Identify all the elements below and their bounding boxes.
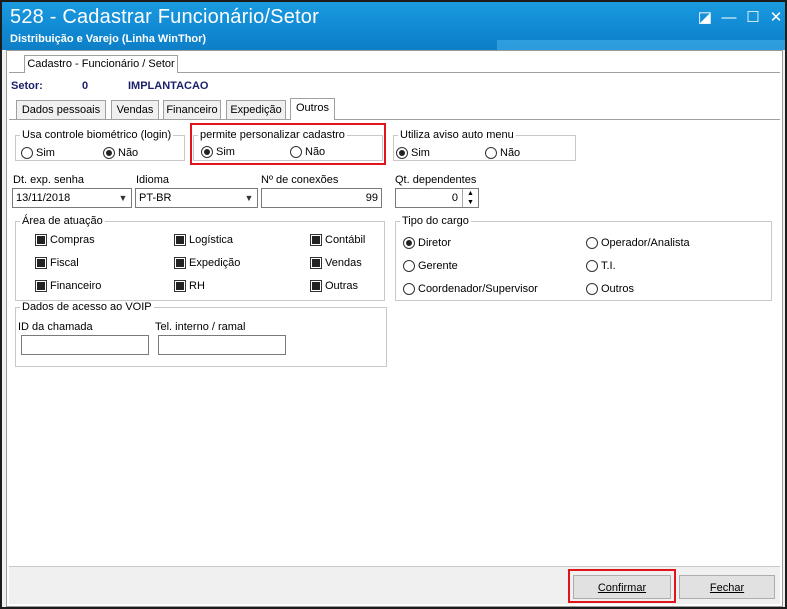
cargo-outros-label: Outros xyxy=(601,283,635,295)
checkbox-compras[interactable] xyxy=(35,234,47,246)
minimize-icon[interactable]: — xyxy=(718,8,740,28)
area-expedicao-label: Expedição xyxy=(189,257,241,269)
restore-icon[interactable]: ◪ xyxy=(694,8,716,28)
biometrico-label: Usa controle biométrico (login) xyxy=(20,129,174,141)
area-atuacao-label: Área de atuação xyxy=(20,215,105,227)
aviso-menu-label: Utiliza aviso auto menu xyxy=(398,129,516,141)
highlight-personalizar xyxy=(190,123,386,165)
area-rh-label: RH xyxy=(189,280,205,292)
checkbox-financeiro[interactable] xyxy=(35,280,47,292)
idioma-value: PT-BR xyxy=(139,192,172,204)
tab-financeiro[interactable]: Financeiro xyxy=(163,100,221,120)
cargo-diretor-radio[interactable] xyxy=(403,237,415,249)
client-area: Cadastro - Funcionário / Setor Setor: 0 … xyxy=(6,50,783,607)
close-icon[interactable]: ✕ xyxy=(765,8,787,28)
dependentes-stepper[interactable]: 0 ▲ ▼ xyxy=(395,188,479,208)
conexoes-field[interactable]: 99 xyxy=(261,188,382,208)
chevron-down-icon[interactable]: ▼ xyxy=(241,189,257,207)
dependentes-label: Qt. dependentes xyxy=(395,174,477,186)
area-compras-label: Compras xyxy=(50,234,95,246)
biometrico-nao-label: Não xyxy=(118,147,139,159)
idioma-label: Idioma xyxy=(136,174,170,186)
conexoes-label: Nº de conexões xyxy=(261,174,339,186)
tipo-cargo-label: Tipo do cargo xyxy=(400,215,471,227)
area-outras-label: Outras xyxy=(325,280,359,292)
checkbox-rh[interactable] xyxy=(174,280,186,292)
aviso-sim-label: Sim xyxy=(411,147,430,159)
window-subtitle: Distribuição e Varejo (Linha WinThor) xyxy=(10,33,207,45)
dependentes-value: 0 xyxy=(451,192,458,204)
voip-id-label: ID da chamada xyxy=(18,321,93,333)
area-vendas-label: Vendas xyxy=(325,257,362,269)
biometrico-sim-label: Sim xyxy=(36,147,55,159)
area-contabil-label: Contábil xyxy=(325,234,366,246)
title-bar[interactable]: 528 - Cadastrar Funcionário/Setor Distri… xyxy=(2,2,785,50)
area-logistica-label: Logística xyxy=(189,234,234,246)
dt-exp-senha-value: 13/11/2018 xyxy=(16,192,71,204)
cargo-operador-label: Operador/Analista xyxy=(601,237,690,249)
highlight-confirm xyxy=(568,569,676,603)
title-decoration xyxy=(497,40,785,50)
voip-id-input[interactable] xyxy=(21,335,149,355)
dt-exp-senha-field[interactable]: 13/11/2018 ▼ xyxy=(12,188,132,208)
maximize-icon[interactable]: ☐ xyxy=(742,8,764,28)
cargo-ti-label: T.I. xyxy=(601,260,616,272)
cargo-outros-radio[interactable] xyxy=(586,283,598,295)
close-button[interactable]: Fechar xyxy=(679,575,775,599)
checkbox-contabil[interactable] xyxy=(310,234,322,246)
window-title: 528 - Cadastrar Funcionário/Setor xyxy=(10,6,319,28)
aviso-nao-radio[interactable] xyxy=(485,147,497,159)
aviso-sim-radio[interactable] xyxy=(396,147,408,159)
app-window: 528 - Cadastrar Funcionário/Setor Distri… xyxy=(0,0,787,609)
checkbox-outras[interactable] xyxy=(310,280,322,292)
area-financeiro-label: Financeiro xyxy=(50,280,102,292)
voip-label: Dados de acesso ao VOIP xyxy=(20,301,154,313)
voip-tel-label: Tel. interno / ramal xyxy=(155,321,246,333)
tab-vendas[interactable]: Vendas xyxy=(111,100,159,120)
voip-tel-input[interactable] xyxy=(158,335,286,355)
cargo-gerente-radio[interactable] xyxy=(403,260,415,272)
setor-label: Setor: xyxy=(11,80,43,92)
checkbox-fiscal[interactable] xyxy=(35,257,47,269)
cargo-diretor-label: Diretor xyxy=(418,237,452,249)
aviso-nao-label: Não xyxy=(500,147,521,159)
biometrico-nao-radio[interactable] xyxy=(103,147,115,159)
close-button-label: Fechar xyxy=(709,582,745,594)
idioma-select[interactable]: PT-BR ▼ xyxy=(135,188,258,208)
chevron-down-icon[interactable]: ▼ xyxy=(115,189,131,207)
tab-dados-pessoais[interactable]: Dados pessoais xyxy=(16,100,106,120)
setor-code: 0 xyxy=(82,80,89,92)
spin-down-icon[interactable]: ▼ xyxy=(462,198,478,207)
spin-up-icon[interactable]: ▲ xyxy=(462,189,478,198)
dt-exp-senha-label: Dt. exp. senha xyxy=(13,174,84,186)
tab-expedicao[interactable]: Expedição xyxy=(226,100,286,120)
cargo-ti-radio[interactable] xyxy=(586,260,598,272)
checkbox-vendas[interactable] xyxy=(310,257,322,269)
cargo-coordenador-label: Coordenador/Supervisor xyxy=(418,283,538,295)
area-fiscal-label: Fiscal xyxy=(50,257,79,269)
cargo-coordenador-radio[interactable] xyxy=(403,283,415,295)
cargo-operador-radio[interactable] xyxy=(586,237,598,249)
tab-cadastro[interactable]: Cadastro - Funcionário / Setor xyxy=(24,55,178,73)
biometrico-sim-radio[interactable] xyxy=(21,147,33,159)
inner-tab-divider xyxy=(9,119,780,120)
tab-outros[interactable]: Outros xyxy=(290,98,335,120)
setor-name: IMPLANTACAO xyxy=(128,80,209,92)
checkbox-expedicao[interactable] xyxy=(174,257,186,269)
checkbox-logistica[interactable] xyxy=(174,234,186,246)
cargo-gerente-label: Gerente xyxy=(418,260,458,272)
